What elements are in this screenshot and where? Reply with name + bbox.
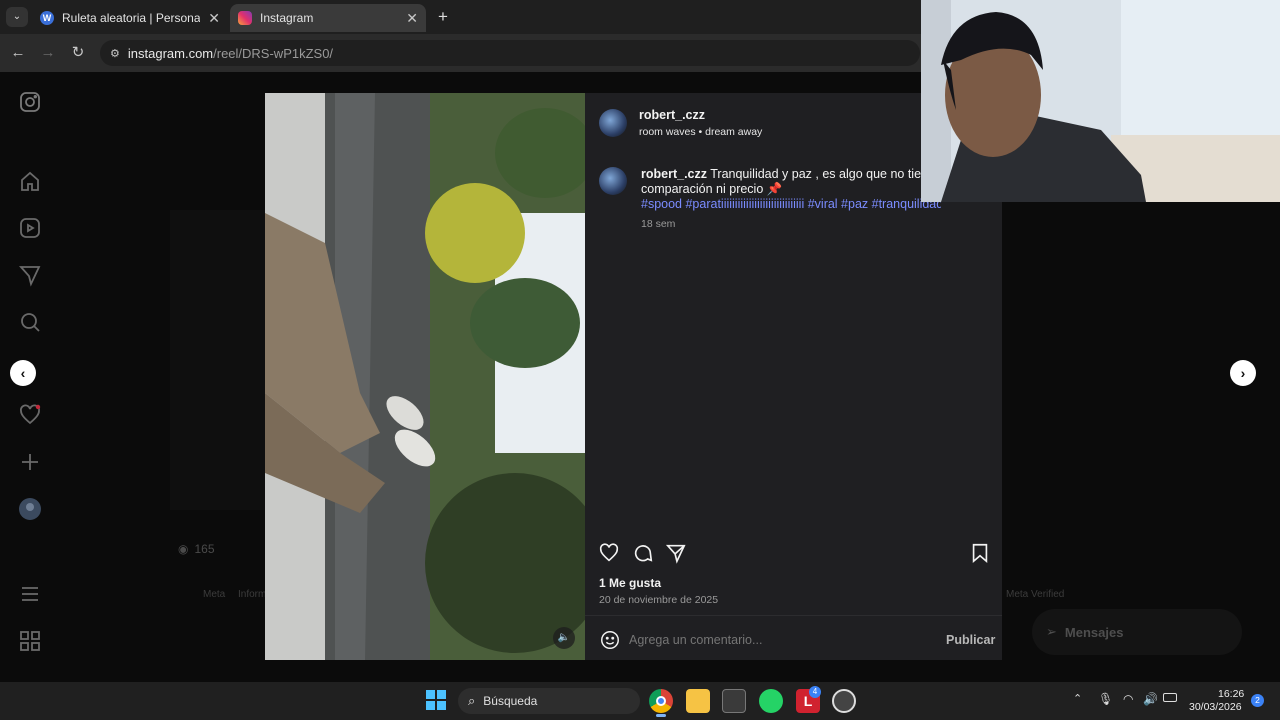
caption-hashtags[interactable]: #spood #paratiiiiiiiiiiiiiiiiiiiiiiiiiii…: [641, 197, 941, 211]
caption-username[interactable]: robert_.czz: [641, 167, 707, 181]
background-post: [170, 210, 265, 510]
url-field[interactable]: ⚙ instagram.com/reel/DRS-wP1kZS0/: [100, 40, 920, 66]
tab-title: Ruleta aleatoria | Personaliza y g: [62, 11, 201, 25]
instagram-icon: [238, 11, 252, 25]
caption-avatar[interactable]: [599, 167, 627, 195]
start-icon[interactable]: [426, 690, 446, 710]
next-post-button[interactable]: ›: [1230, 360, 1256, 386]
active-app-indicator: [656, 714, 666, 717]
taskbar-search[interactable]: ⌕ Búsqueda: [458, 688, 640, 714]
webcam-overlay: [921, 0, 1280, 202]
like-icon[interactable]: [598, 542, 620, 564]
video-frame: [265, 93, 585, 660]
url-path: /reel/DRS-wP1kZS0/: [213, 45, 334, 61]
tab-instagram[interactable]: Instagram ✕: [230, 4, 426, 32]
menu-icon[interactable]: [18, 582, 42, 606]
apps-icon[interactable]: [18, 629, 42, 653]
emoji-icon[interactable]: [599, 629, 621, 651]
caption: robert_.czz Tranquilidad y paz , es algo…: [641, 167, 941, 197]
reels-icon[interactable]: [18, 216, 42, 240]
eye-icon: ◉: [178, 542, 189, 556]
views-count: ◉ 165: [178, 542, 215, 556]
share-icon[interactable]: [665, 542, 687, 564]
footer-link[interactable]: Inform: [238, 589, 266, 600]
author-username[interactable]: robert_.czz: [639, 108, 705, 122]
chrome-icon[interactable]: [649, 689, 673, 713]
wifi-icon[interactable]: ◠: [1123, 692, 1133, 706]
instagram-logo-icon[interactable]: [18, 90, 42, 114]
author-avatar[interactable]: [599, 109, 627, 137]
wheel-icon: W: [40, 11, 54, 25]
close-icon[interactable]: ✕: [208, 10, 220, 27]
tray-overflow-icon[interactable]: ⌃: [1073, 692, 1082, 705]
volume-icon[interactable]: 🔊: [1143, 692, 1158, 706]
notification-badge[interactable]: 2: [1251, 694, 1264, 707]
messages-icon[interactable]: [18, 263, 42, 287]
search-icon: ⌕: [468, 693, 476, 708]
url-host: instagram.com: [127, 45, 214, 61]
obs-icon[interactable]: [832, 689, 856, 713]
comment-divider: [585, 615, 1002, 616]
comment-icon[interactable]: [632, 542, 654, 564]
profile-avatar[interactable]: [18, 497, 42, 521]
create-icon[interactable]: [18, 450, 42, 474]
save-icon[interactable]: [969, 542, 991, 564]
messages-button[interactable]: ➢ Mensajes: [1032, 609, 1242, 655]
file-explorer-icon[interactable]: [686, 689, 710, 713]
webcam-feed: [921, 0, 1280, 202]
clock-time[interactable]: 16:26: [1218, 688, 1244, 700]
messages-icon: ➢: [1046, 624, 1057, 639]
clock-date[interactable]: 30/03/2026: [1189, 701, 1242, 713]
battery-icon[interactable]: [1163, 693, 1177, 702]
comment-input[interactable]: [629, 629, 929, 651]
back-button[interactable]: ←: [8, 43, 28, 63]
whatsapp-icon[interactable]: [759, 689, 783, 713]
previous-post-button[interactable]: ‹: [10, 360, 36, 386]
close-icon[interactable]: ✕: [406, 10, 418, 27]
forward-button[interactable]: →: [38, 43, 58, 63]
footer-link[interactable]: Meta Verified: [1006, 589, 1064, 600]
post-date: 20 de noviembre de 2025: [599, 594, 719, 606]
reload-button[interactable]: ↻: [68, 43, 88, 63]
tab-title: Instagram: [260, 11, 314, 25]
tab-list-button[interactable]: ⌄: [6, 7, 28, 27]
site-info-icon[interactable]: ⚙: [110, 47, 120, 60]
mute-button[interactable]: 🔈: [553, 627, 575, 649]
new-tab-button[interactable]: +: [434, 7, 452, 27]
app-badge: 4: [809, 686, 821, 698]
audio-track[interactable]: room waves • dream away: [639, 126, 762, 138]
likes-count[interactable]: 1 Me gusta: [599, 576, 661, 590]
post-age: 18 sem: [641, 218, 676, 230]
notifications-icon[interactable]: [18, 403, 42, 427]
reel-video[interactable]: 🔈: [265, 93, 585, 660]
microphone-icon[interactable]: 🎙: [1098, 692, 1113, 706]
store-icon[interactable]: [722, 689, 746, 713]
search-icon[interactable]: [18, 310, 42, 334]
footer-link[interactable]: Meta: [203, 589, 225, 600]
home-icon[interactable]: [18, 170, 42, 194]
publish-button[interactable]: Publicar: [946, 633, 995, 647]
windows-taskbar: [0, 682, 1280, 720]
tab-ruleta[interactable]: W Ruleta aleatoria | Personaliza y g ✕: [32, 4, 228, 32]
